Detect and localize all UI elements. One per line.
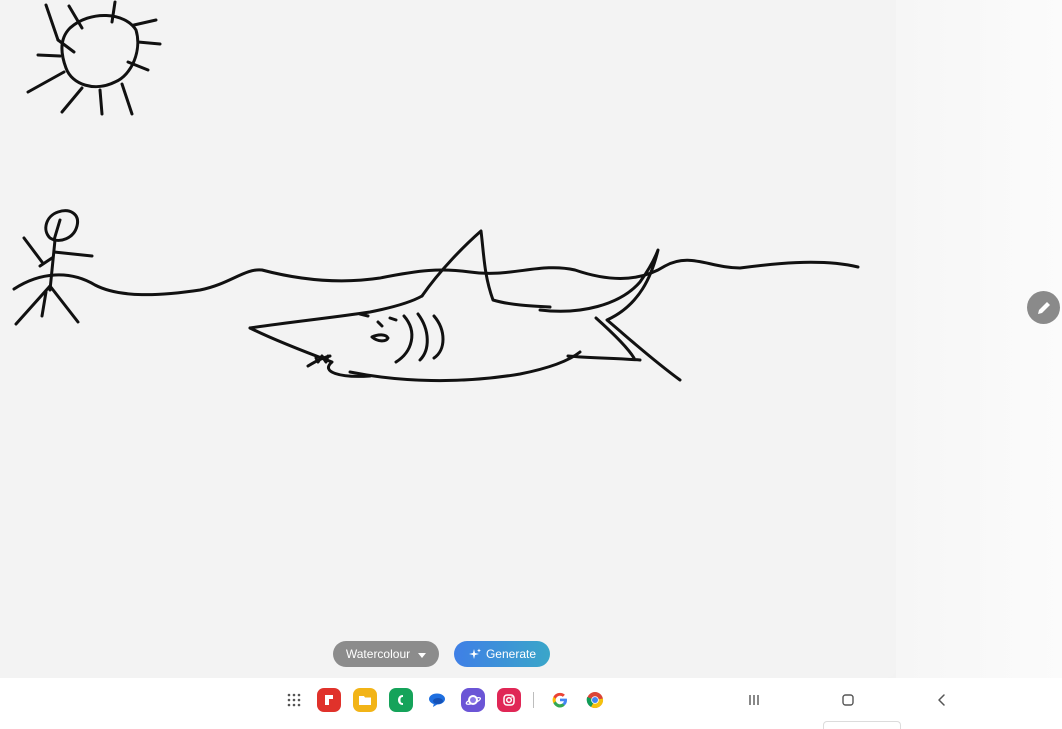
app-drawer-button[interactable] (282, 688, 306, 712)
google-app-button[interactable] (548, 688, 572, 712)
internet-app-button[interactable] (461, 688, 485, 712)
recents-icon (749, 695, 759, 705)
planet-icon (465, 695, 481, 705)
style-dropdown[interactable]: Watercolour (333, 641, 439, 667)
pencil-icon (1037, 301, 1050, 314)
back-button[interactable] (930, 688, 954, 712)
caret-down-icon (418, 652, 427, 658)
right-panel (896, 0, 1062, 678)
taskbar (0, 678, 1062, 729)
sparkle-icon (468, 648, 481, 659)
generate-button[interactable]: Generate (454, 641, 550, 667)
flipboard-app-button[interactable] (317, 688, 341, 712)
sun-drawing (26, 0, 162, 116)
chrome-app-button[interactable] (583, 688, 607, 712)
files-app-button[interactable] (353, 688, 377, 712)
back-icon (938, 694, 945, 706)
google-icon (552, 692, 567, 708)
edit-pen-button[interactable] (1027, 291, 1060, 324)
generate-button-label: Generate (485, 647, 537, 661)
chat-bubble-icon (429, 693, 445, 707)
home-button[interactable] (836, 688, 860, 712)
grid-icon (287, 693, 301, 707)
taskbar-divider (533, 692, 534, 708)
camera-app-button[interactable] (497, 688, 521, 712)
messages-app-button[interactable] (425, 688, 449, 712)
drawing-canvas[interactable] (0, 0, 896, 678)
shark-drawing (248, 229, 682, 383)
home-icon (842, 694, 854, 706)
screen: Watercolour Generate (0, 0, 1062, 729)
chrome-icon (586, 692, 604, 708)
folder-icon (359, 696, 371, 705)
sketch (12, 0, 860, 383)
phone-app-button[interactable] (389, 688, 413, 712)
camera-icon (503, 694, 515, 706)
recents-button[interactable] (742, 688, 766, 712)
bottom-handle (823, 721, 901, 729)
stick-figure-drawing (14, 209, 94, 326)
phone-icon (398, 695, 403, 705)
flipboard-icon (325, 695, 333, 705)
style-dropdown-label: Watercolour (345, 647, 411, 661)
